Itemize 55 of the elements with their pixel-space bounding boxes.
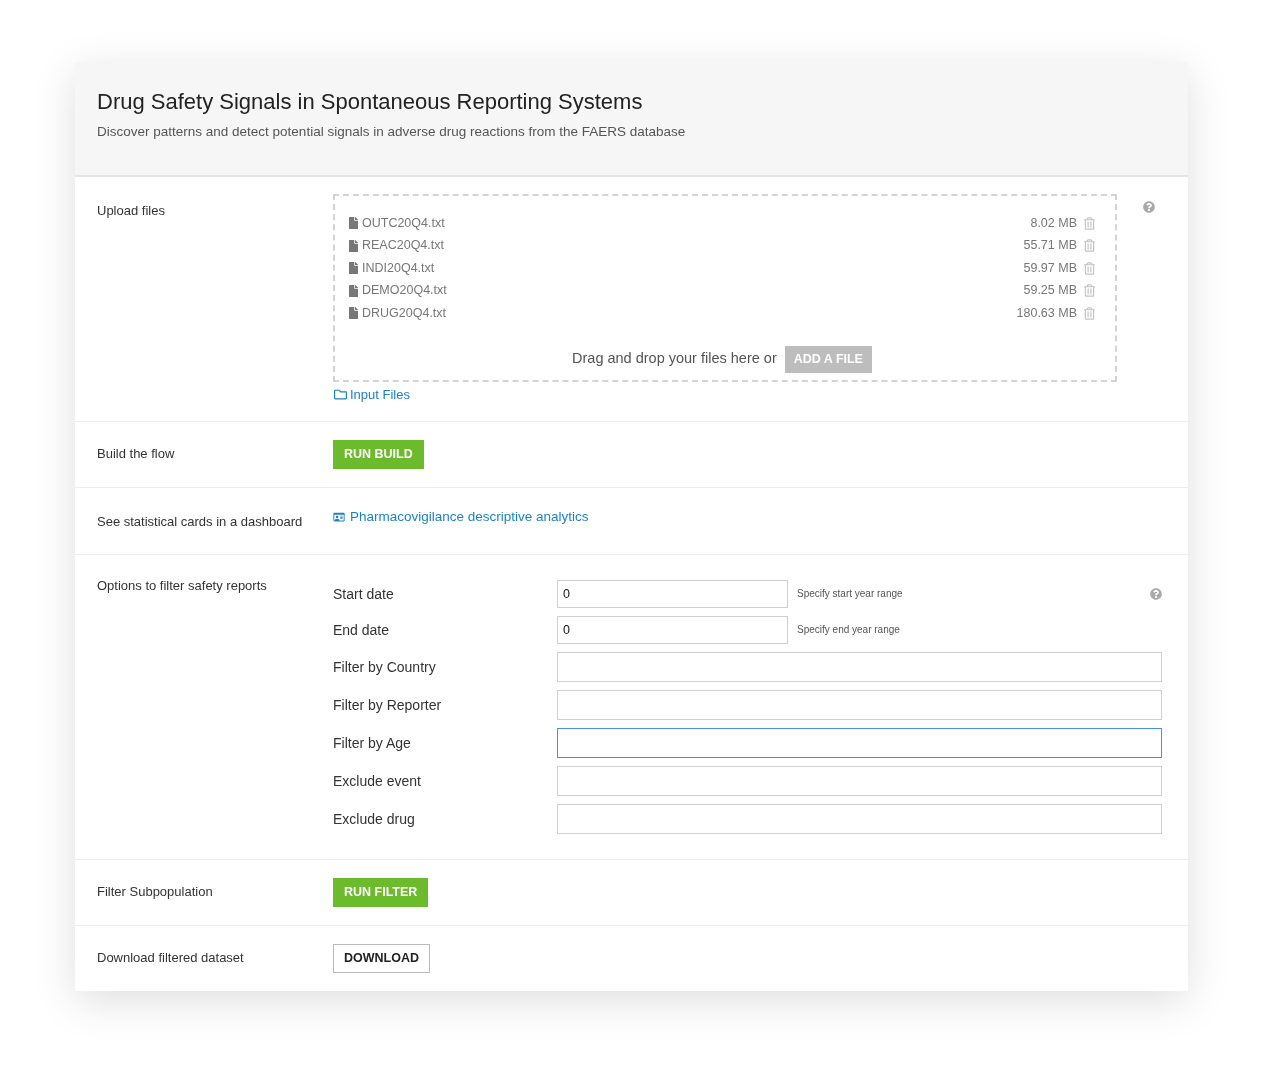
file-name: DEMO20Q4.txt	[362, 282, 447, 300]
file-icon	[349, 284, 358, 297]
file-size: 180.63 MB	[1016, 304, 1077, 322]
trash-icon[interactable]	[1084, 239, 1095, 253]
action-button[interactable]: RUN FILTER	[333, 877, 429, 907]
text-field[interactable]	[557, 765, 1162, 796]
trash-icon[interactable]	[1084, 216, 1095, 230]
trash-icon[interactable]	[1084, 284, 1095, 298]
card-icon	[333, 511, 345, 522]
section-label: Build the flow	[97, 445, 175, 461]
input-files-link[interactable]: Input Files	[333, 385, 410, 404]
file-name: REAC20Q4.txt	[362, 237, 444, 255]
trash-icon[interactable]	[1084, 261, 1095, 275]
field-label: Exclude drug	[333, 810, 415, 827]
file-size: 59.25 MB	[1023, 282, 1077, 300]
text-field[interactable]	[557, 803, 1162, 834]
page-title: Drug Safety Signals in Spontaneous Reporting Systems	[97, 88, 644, 116]
file-icon	[349, 217, 358, 230]
trash-icon[interactable]	[1084, 306, 1095, 320]
field-label: Exclude event	[333, 772, 421, 789]
help-icon[interactable]	[1150, 587, 1162, 600]
field-label: Filter by Age	[333, 734, 411, 751]
drop-zone[interactable]: OUTC20Q4.txt 8.02 MB REAC20Q4.txt 55.71 MB INDI20Q4.txt 59.97 MB DEMO20Q4.txt 59.25 MB DRUG20Q4.txt 180.63 MB Drag and drop your files here or ADD A FILE	[333, 194, 1117, 382]
section-label: Download filtered dataset	[97, 949, 244, 965]
field-hint: Specify end year range	[797, 623, 900, 637]
field-hint: Specify start year range	[797, 587, 903, 601]
text-field[interactable]	[557, 689, 1162, 720]
folder-icon	[333, 388, 348, 401]
action-button[interactable]: RUN BUILD	[333, 439, 424, 469]
section-label: Filter Subpopulation	[97, 883, 213, 899]
page-subtitle: Discover patterns and detect potential signals in adverse drug reactions from the FAERS database	[97, 123, 687, 141]
text-field[interactable]	[557, 727, 1162, 758]
file-name: INDI20Q4.txt	[362, 259, 435, 277]
help-icon[interactable]	[1143, 201, 1155, 213]
text-field[interactable]: 0	[557, 615, 788, 644]
field-label: Filter by Country	[333, 658, 436, 675]
drop-hint: Drag and drop your files here or	[572, 349, 777, 369]
file-name: OUTC20Q4.txt	[362, 214, 445, 232]
section-label: Options to filter safety reports	[97, 577, 267, 593]
file-size: 59.97 MB	[1023, 259, 1077, 277]
field-label: End date	[333, 621, 390, 638]
section-label: See statistical cards in a dashboard	[97, 513, 303, 529]
field-label: Start date	[333, 585, 394, 602]
file-name: DRUG20Q4.txt	[362, 304, 447, 322]
file-size: 8.02 MB	[1030, 214, 1077, 232]
text-field[interactable]	[557, 651, 1162, 682]
dashboard-link[interactable]: Pharmacovigilance descriptive analytics	[333, 508, 589, 525]
file-icon	[349, 307, 358, 320]
file-icon	[349, 262, 358, 275]
action-button[interactable]: DOWNLOAD	[333, 943, 430, 973]
section-label: Upload files	[97, 203, 165, 218]
file-size: 55.71 MB	[1023, 237, 1077, 255]
field-label: Filter by Reporter	[333, 696, 442, 713]
text-field[interactable]: 0	[557, 579, 788, 608]
file-icon	[349, 239, 358, 252]
